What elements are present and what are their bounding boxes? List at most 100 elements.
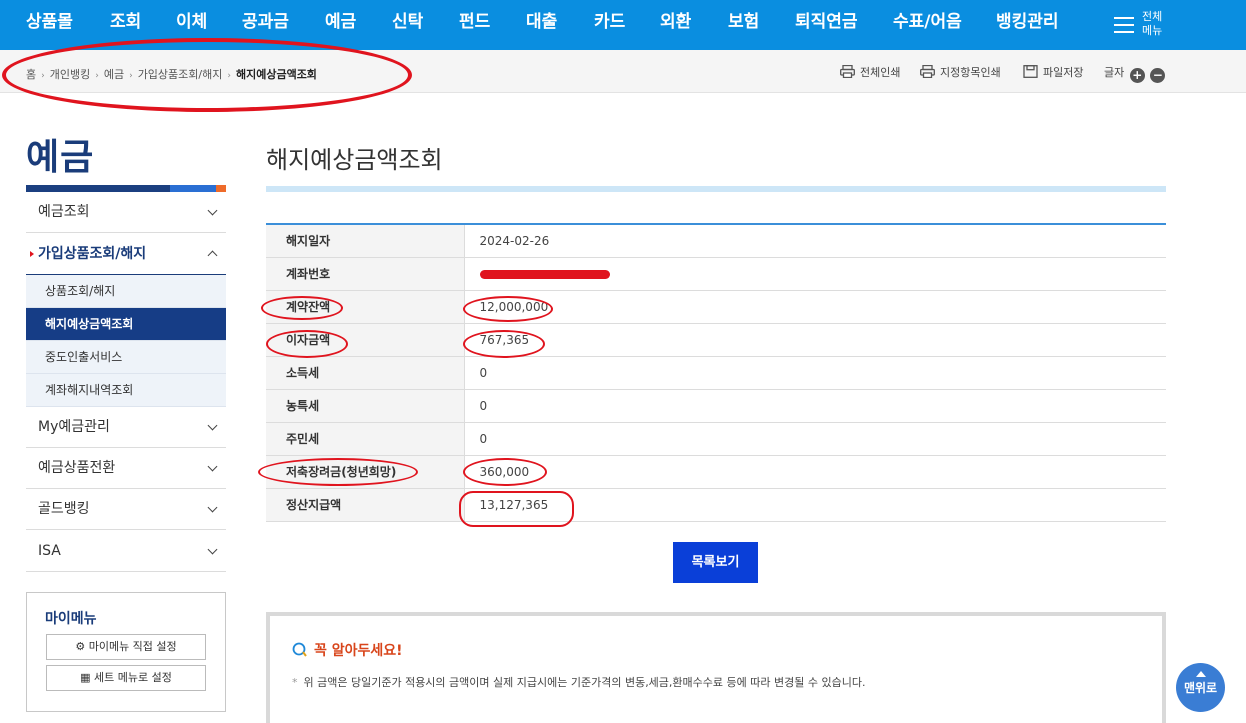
my-menu-title: 마이메뉴 [45, 611, 97, 627]
chevron-down-icon [207, 205, 218, 216]
sidebar-item-gold[interactable]: 골드뱅킹 [26, 489, 226, 530]
row-value-balance: 12,000,000 [464, 290, 1166, 324]
my-menu-direct-label: 마이메뉴 직접 설정 [88, 640, 177, 653]
scroll-top-label: 맨위로 [1183, 681, 1218, 695]
table-row: 계약잔액 12,000,000 [266, 290, 1166, 324]
nav-item-banking-admin[interactable]: 뱅킹관리 [996, 0, 1059, 50]
breadcrumb-personal[interactable]: 개인뱅킹 [50, 68, 90, 81]
chevron-right-icon: › [95, 71, 99, 81]
title-underline [266, 186, 1166, 192]
nav-item-insurance[interactable]: 보험 [728, 0, 759, 50]
my-menu-set-label: 세트 메뉴로 설정 [94, 671, 172, 684]
row-label-date: 해지일자 [266, 224, 465, 258]
table-row: 이자금액 767,365 [266, 323, 1166, 357]
chevron-right-icon: › [41, 71, 45, 81]
all-menu-button[interactable]: 전체 메뉴 [1112, 10, 1172, 40]
print-all-button[interactable]: 전체인쇄 [840, 64, 900, 80]
nav-item-card[interactable]: 카드 [594, 0, 625, 50]
breadcrumb-bar: 홈 › 개인뱅킹 › 예금 › 가입상품조회/해지 › 해지예상금액조회 전체인쇄 지정항목인쇄… [0, 50, 1246, 93]
nav-item-shop[interactable]: 상품몰 [26, 0, 73, 50]
breadcrumb-current: 해지예상금액조회 [235, 68, 317, 81]
print-all-label: 전체인쇄 [860, 66, 901, 79]
sidebar-item-my-deposit[interactable]: My예금관리 [26, 407, 226, 448]
sidebar-item-deposit-inquiry[interactable]: 예금조회 [26, 192, 226, 233]
chevron-down-icon [207, 461, 218, 472]
sidebar-subitem-product[interactable]: 상품조회/해지 [26, 275, 226, 308]
nav-item-deposit[interactable]: 예금 [325, 0, 356, 50]
breadcrumb-deposit[interactable]: 예금 [104, 68, 124, 81]
sidebar-subitem-history[interactable]: 계좌해지내역조회 [26, 374, 226, 407]
printer-icon [920, 65, 935, 78]
nav-item-pension[interactable]: 퇴직연금 [795, 0, 858, 50]
table-row: 소득세 0 [266, 356, 1166, 390]
sidebar-title: 예금 [26, 137, 95, 178]
table-row: 정산지급액 13,127,365 [266, 488, 1166, 522]
sidebar-item-isa[interactable]: ISA [26, 530, 226, 572]
sidebar-subitem-withdrawal[interactable]: 중도인출서비스 [26, 341, 226, 374]
nav-item-utility[interactable]: 공과금 [242, 0, 289, 50]
sidebar-item-label: 골드뱅킹 [38, 501, 90, 517]
row-label-account: 계좌번호 [266, 257, 465, 291]
table-row: 저축장려금(청년희망) 360,000 [266, 455, 1166, 489]
font-size-label: 글자 [1104, 66, 1125, 79]
my-menu-direct-button[interactable]: ⚙ 마이메뉴 직접 설정 [46, 634, 206, 660]
row-value-date: 2024-02-26 [464, 224, 1166, 258]
row-label-rural-tax: 농특세 [266, 389, 465, 423]
hamburger-icon [1114, 17, 1134, 33]
chevron-right-icon: › [129, 71, 133, 81]
top-navigation: 상품몰 조회 이체 공과금 예금 신탁 펀드 대출 카드 외환 보험 퇴직연금 … [0, 0, 1246, 50]
all-menu-label-2: 메뉴 [1142, 24, 1163, 37]
notice-text: 위 금액은 당일기준가 적용시의 금액이며 실제 지급시에는 기준가격의 변동,… [303, 676, 866, 689]
active-marker-icon [30, 250, 34, 257]
breadcrumb-subscribed[interactable]: 가입상품조회/해지 [138, 68, 223, 81]
row-value-resident-tax: 0 [464, 422, 1166, 456]
row-label-settlement: 정산지급액 [266, 488, 465, 522]
row-label-resident-tax: 주민세 [266, 422, 465, 456]
chevron-up-icon [207, 250, 218, 260]
save-file-button[interactable]: 파일저장 [1023, 64, 1083, 80]
table-row: 해지일자 2024-02-26 [266, 224, 1166, 258]
print-selected-button[interactable]: 지정항목인쇄 [920, 64, 1001, 80]
table-row: 농특세 0 [266, 389, 1166, 423]
estimate-table: 해지일자 2024-02-26 계좌번호 계약잔액 12,000,000 이자금액 7… [266, 223, 1166, 522]
zoom-in-icon[interactable]: + [1129, 68, 1145, 83]
save-file-label: 파일저장 [1043, 66, 1084, 79]
nav-item-check[interactable]: 수표/어음 [893, 0, 962, 50]
row-value-rural-tax: 0 [464, 389, 1166, 423]
font-size-control: 글자 + − [1104, 64, 1166, 83]
zoom-out-icon[interactable]: − [1150, 68, 1166, 83]
bullet-icon: * [292, 676, 298, 689]
nav-item-forex[interactable]: 외환 [660, 0, 691, 50]
notice-box: 꼭 알아두세요! * 위 금액은 당일기준가 적용시의 금액이며 실제 지급시에는… [266, 612, 1166, 723]
row-value-settlement: 13,127,365 [464, 488, 1166, 522]
row-label-income-tax: 소득세 [266, 356, 465, 390]
chevron-down-icon [207, 544, 218, 554]
nav-item-loan[interactable]: 대출 [526, 0, 557, 50]
nav-item-transfer[interactable]: 이체 [176, 0, 207, 50]
notice-title: 꼭 알아두세요! [314, 643, 403, 659]
nav-item-inquiry[interactable]: 조회 [110, 0, 141, 50]
my-menu-set-button[interactable]: ▦ 세트 메뉴로 설정 [46, 665, 206, 691]
sidebar-subitem-estimate[interactable]: 해지예상금액조회 [26, 308, 226, 341]
sidebar-stripe [26, 185, 226, 192]
list-view-button[interactable]: 목록보기 [673, 542, 758, 583]
page-title: 해지예상금액조회 [266, 146, 443, 174]
breadcrumb: 홈 › 개인뱅킹 › 예금 › 가입상품조회/해지 › 해지예상금액조회 [26, 66, 317, 82]
sidebar-item-label: 가입상품조회/해지 [38, 246, 147, 262]
row-label-balance: 계약잔액 [266, 290, 465, 324]
redaction-mark [479, 269, 610, 279]
sidebar-item-conversion[interactable]: 예금상품전환 [26, 448, 226, 489]
row-value-account [464, 257, 1166, 291]
nav-item-fund[interactable]: 펀드 [459, 0, 490, 50]
row-label-incentive: 저축장려금(청년희망) [266, 455, 465, 489]
nav-item-trust[interactable]: 신탁 [392, 0, 423, 50]
sidebar-item-subscribed[interactable]: 가입상품조회/해지 [26, 233, 226, 275]
lightbulb-icon [292, 642, 307, 657]
scroll-top-button[interactable]: 맨위로 [1176, 663, 1225, 712]
chevron-down-icon [207, 420, 218, 431]
sidebar-item-label: ISA [38, 543, 61, 559]
row-value-income-tax: 0 [464, 356, 1166, 390]
my-menu-box: 마이메뉴 ⚙ 마이메뉴 직접 설정 ▦ 세트 메뉴로 설정 [26, 592, 226, 712]
sidebar-item-label: My예금관리 [38, 419, 110, 435]
breadcrumb-home[interactable]: 홈 [26, 68, 36, 81]
